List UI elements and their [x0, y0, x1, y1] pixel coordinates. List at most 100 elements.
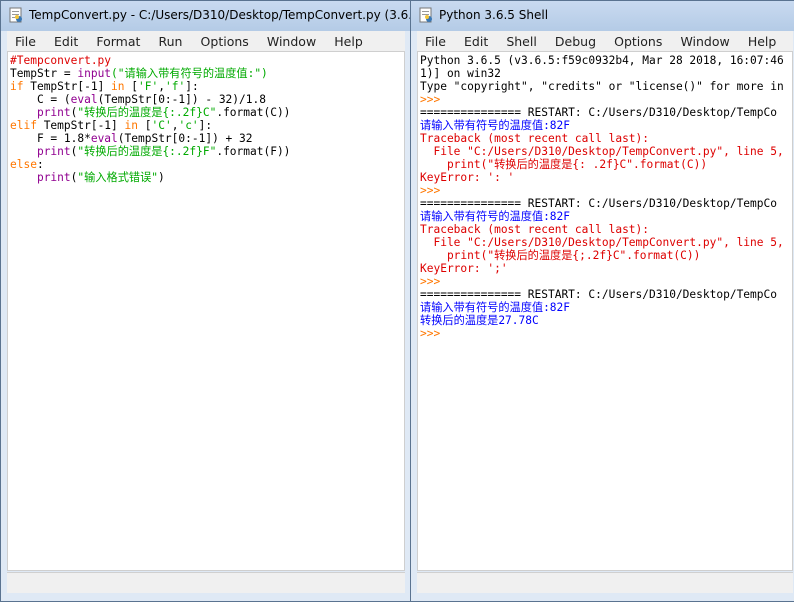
code-line: elif TempStr[-1] in ['C','c']:	[10, 119, 404, 132]
shell-line: Traceback (most recent call last):	[420, 132, 792, 145]
editor-status-bar	[7, 572, 405, 593]
editor-titlebar[interactable]: TempConvert.py - C:/Users/D310/Desktop/T…	[1, 1, 411, 31]
shell-line: File "C:/Users/D310/Desktop/TempConvert.…	[420, 145, 792, 158]
code-line-segment: C = (	[10, 93, 71, 106]
code-line: else:	[10, 158, 404, 171]
shell-line-segment: 转换后的温度是27.78C	[420, 314, 539, 327]
shell-status-bar	[417, 572, 793, 593]
code-line-segment: :	[36, 158, 44, 171]
shell-line: 请输入带有符号的温度值:82F	[420, 301, 792, 314]
shell-line: KeyError: ';'	[420, 262, 792, 275]
code-line: print("转换后的温度是{:.2f}C".format(C))	[10, 106, 404, 119]
shell-line: 请输入带有符号的温度值:82F	[420, 210, 792, 223]
shell-line-segment: KeyError: ';'	[420, 262, 508, 275]
menu-file[interactable]: File	[417, 32, 446, 49]
shell-line: >>>	[420, 327, 792, 340]
menu-file[interactable]: File	[7, 32, 36, 49]
shell-line: 转换后的温度是27.78C	[420, 314, 792, 327]
shell-title: Python 3.6.5 Shell	[439, 8, 549, 22]
code-line-segment: print	[36, 106, 71, 119]
code-line: print("转换后的温度是{:.2f}F".format(F))	[10, 145, 404, 158]
code-line-segment: eval	[90, 132, 118, 145]
menu-window[interactable]: Window	[259, 32, 316, 49]
code-line-segment: if	[10, 80, 24, 93]
code-line-segment: 'f'	[164, 80, 186, 93]
shell-line-segment: >>>	[420, 184, 441, 197]
code-line-segment: .format(C))	[216, 106, 291, 119]
shell-titlebar[interactable]: Python 3.6.5 Shell	[411, 1, 794, 31]
code-line: C = (eval(TempStr[0:-1]) - 32)/1.8	[10, 93, 404, 106]
menu-edit[interactable]: Edit	[456, 32, 488, 49]
menu-run[interactable]: Run	[150, 32, 182, 49]
code-line-segment: )	[158, 171, 165, 184]
code-line: #Tempconvert.py	[10, 54, 404, 67]
shell-line-segment: =============== RESTART: C:/Users/D310/D…	[420, 197, 777, 210]
code-line-segment: "转换后的温度是{:.2f}F"	[77, 145, 217, 158]
code-line-segment: "输入格式错误"	[77, 171, 158, 184]
code-line-segment: #Tempconvert.py	[10, 54, 112, 67]
shell-line: =============== RESTART: C:/Users/D310/D…	[420, 288, 792, 301]
shell-output[interactable]: Python 3.6.5 (v3.6.5:f59c0932b4, Mar 28 …	[417, 51, 793, 571]
code-editor[interactable]: #Tempconvert.py TempStr = input("请输入带有符号的…	[7, 51, 405, 571]
code-line-segment	[10, 106, 37, 119]
shell-line: Python 3.6.5 (v3.6.5:f59c0932b4, Mar 28 …	[420, 54, 792, 67]
shell-text[interactable]: Python 3.6.5 (v3.6.5:f59c0932b4, Mar 28 …	[420, 54, 792, 340]
code-line-segment: (TempStr[0:-1]) + 32	[117, 132, 253, 145]
shell-line-segment: Python 3.6.5 (v3.6.5:f59c0932b4, Mar 28 …	[420, 54, 784, 67]
shell-line-segment: File "C:/Users/D310/Desktop/TempConvert.…	[420, 145, 784, 158]
shell-line-segment: =============== RESTART: C:/Users/D310/D…	[420, 106, 777, 119]
menu-debug[interactable]: Debug	[547, 32, 596, 49]
code-line-segment: TempStr[-1]	[23, 80, 112, 93]
code-line-segment: [	[124, 80, 139, 93]
code-line-segment: 'c'	[178, 119, 199, 132]
shell-line-segment: 1)] on win32	[420, 67, 501, 80]
shell-line-segment: >>>	[420, 327, 441, 340]
code-line: TempStr = input("请输入带有符号的温度值:")	[10, 67, 404, 80]
shell-line: 请输入带有符号的温度值:82F	[420, 119, 792, 132]
menu-format[interactable]: Format	[88, 32, 140, 49]
editor-menubar: File Edit Format Run Options Window Help	[7, 31, 405, 52]
shell-line: print("转换后的温度是{;.2f}C".format(C))	[420, 249, 792, 262]
shell-line-segment: 请输入带有符号的温度值:82F	[420, 301, 571, 314]
menu-help[interactable]: Help	[740, 32, 777, 49]
menu-options[interactable]: Options	[606, 32, 662, 49]
shell-line-segment: Traceback (most recent call last):	[420, 132, 650, 145]
code-line: if TempStr[-1] in ['F','f']:	[10, 80, 404, 93]
code-line-segment	[10, 145, 37, 158]
code-line-segment: F = 1.8*	[10, 132, 91, 145]
code-line-segment: (TempStr[0:-1]) - 32)/1.8	[97, 93, 266, 106]
editor-title: TempConvert.py - C:/Users/D310/Desktop/T…	[29, 8, 412, 22]
code-line-segment: 'F'	[138, 80, 159, 93]
editor-window: TempConvert.py - C:/Users/D310/Desktop/T…	[0, 0, 412, 602]
code-line-segment: ]:	[185, 80, 199, 93]
menu-edit[interactable]: Edit	[46, 32, 78, 49]
code-line-segment: print	[36, 171, 71, 184]
code-line-segment: print	[36, 145, 71, 158]
menu-help[interactable]: Help	[326, 32, 363, 49]
menu-window[interactable]: Window	[672, 32, 729, 49]
code-line-segment: [	[138, 119, 152, 132]
code-line-segment: elif	[10, 119, 37, 132]
shell-menubar: File Edit Shell Debug Options Window Hel…	[417, 31, 793, 52]
code-text[interactable]: #Tempconvert.py TempStr = input("请输入带有符号的…	[10, 54, 404, 184]
code-line-segment: "转换后的温度是{:.2f}C"	[77, 106, 217, 119]
menu-shell[interactable]: Shell	[498, 32, 537, 49]
shell-line-segment: Type "copyright", "credits" or "license(…	[420, 80, 784, 93]
code-line-segment: input	[77, 67, 112, 80]
shell-line-segment: File "C:/Users/D310/Desktop/TempConvert.…	[420, 236, 784, 249]
code-line-segment: else	[10, 158, 37, 171]
python-file-icon	[9, 7, 22, 23]
shell-window: Python 3.6.5 Shell File Edit Shell Debug…	[410, 0, 794, 602]
code-line-segment: ]:	[198, 119, 213, 132]
code-line-segment: in	[124, 119, 138, 132]
code-line-segment: ,	[158, 80, 165, 93]
shell-line-segment: print("转换后的温度是{;.2f}C".format(C))	[420, 249, 701, 262]
shell-line-segment: 请输入带有符号的温度值:82F	[420, 119, 571, 132]
menu-options[interactable]: Options	[193, 32, 249, 49]
shell-line-segment: print("转换后的温度是{: .2f}C".format(C))	[420, 158, 708, 171]
shell-line-segment: KeyError: ': '	[420, 171, 515, 184]
code-line-segment	[10, 171, 37, 184]
shell-line: =============== RESTART: C:/Users/D310/D…	[420, 106, 792, 119]
shell-line: >>>	[420, 184, 792, 197]
code-line-segment: .format(F))	[216, 145, 291, 158]
